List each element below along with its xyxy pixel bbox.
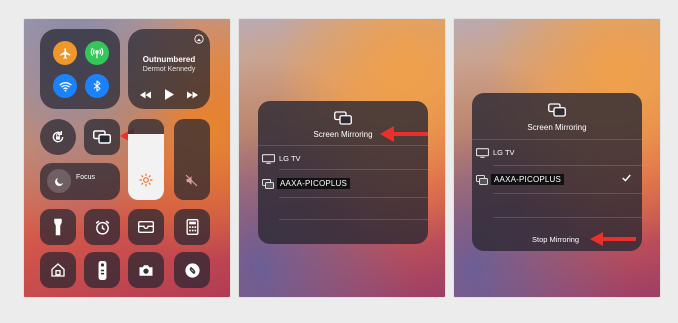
wifi-button[interactable] bbox=[53, 74, 77, 98]
device-row-aaxa-picoplus[interactable]: AAXA-PICOPLUS bbox=[472, 169, 642, 189]
camera-button[interactable] bbox=[128, 252, 164, 288]
checkmark-icon bbox=[622, 174, 631, 182]
song-title: Outnumbered bbox=[142, 55, 196, 64]
remote-icon bbox=[98, 260, 107, 280]
screen-mirroring-list-screenshot: Screen Mirroring LG TV AAXA-PICOPLUS bbox=[239, 19, 445, 297]
home-button[interactable] bbox=[40, 252, 76, 288]
tv-icon bbox=[476, 148, 489, 158]
sheet-title: Screen Mirroring bbox=[527, 123, 587, 132]
focus-moon-badge bbox=[47, 169, 71, 193]
muted-speaker-icon bbox=[185, 174, 198, 187]
screen-mirroring-connected-screenshot: Screen Mirroring LG TV AAXA-PICOPLUS Sto… bbox=[454, 19, 660, 297]
home-icon bbox=[50, 262, 66, 278]
divider bbox=[279, 169, 428, 170]
rotation-lock-button[interactable] bbox=[40, 119, 76, 155]
connectivity-module bbox=[40, 29, 120, 109]
screen-mirroring-sheet: Screen Mirroring LG TV AAXA-PICOPLUS bbox=[258, 101, 428, 244]
play-icon[interactable] bbox=[165, 89, 174, 100]
bluetooth-button[interactable] bbox=[85, 74, 109, 98]
rewind-icon[interactable] bbox=[140, 91, 151, 99]
device-row-lg-tv[interactable]: LG TV bbox=[258, 149, 428, 169]
song-artist: Dermot Kennedy bbox=[142, 66, 196, 73]
now-playing-module[interactable]: Outnumbered Dermot Kennedy bbox=[128, 29, 210, 109]
apple-tv-remote-button[interactable] bbox=[84, 252, 120, 288]
flashlight-icon bbox=[53, 218, 63, 236]
cellular-data-button[interactable] bbox=[85, 41, 109, 65]
brightness-fill bbox=[128, 134, 164, 200]
red-pointer-arrow bbox=[590, 232, 636, 246]
moon-icon bbox=[54, 176, 65, 187]
calculator-icon bbox=[186, 219, 199, 235]
alarm-button[interactable] bbox=[84, 209, 120, 245]
device-name: AAXA-PICOPLUS bbox=[277, 178, 351, 189]
device-name: AAXA-PICOPLUS bbox=[491, 174, 565, 185]
flashlight-button[interactable] bbox=[40, 209, 76, 245]
airplane-icon bbox=[59, 47, 72, 60]
tv-icon bbox=[262, 154, 275, 164]
sun-icon bbox=[139, 173, 153, 187]
device-name: LG TV bbox=[493, 148, 515, 157]
fast-forward-icon[interactable] bbox=[187, 91, 198, 99]
calculator-button[interactable] bbox=[174, 209, 210, 245]
focus-button[interactable]: Focus bbox=[40, 163, 120, 200]
device-row-lg-tv[interactable]: LG TV bbox=[472, 143, 642, 163]
screen-mirroring-icon bbox=[93, 130, 111, 144]
divider bbox=[472, 139, 642, 140]
device-name: LG TV bbox=[279, 154, 301, 163]
screen-mirroring-icon bbox=[334, 111, 352, 125]
screen-mirroring-button[interactable] bbox=[84, 119, 120, 155]
divider bbox=[493, 217, 642, 218]
wifi-icon bbox=[58, 80, 72, 93]
bluetooth-icon bbox=[91, 80, 103, 92]
shazam-button[interactable] bbox=[174, 252, 210, 288]
device-icon bbox=[262, 179, 274, 189]
screen-mirroring-icon bbox=[548, 103, 566, 117]
divider bbox=[279, 219, 428, 220]
wallet-button[interactable] bbox=[128, 209, 164, 245]
volume-slider[interactable] bbox=[174, 119, 210, 200]
airplay-audio-icon[interactable] bbox=[194, 34, 204, 44]
alarm-clock-icon bbox=[94, 219, 111, 236]
divider bbox=[493, 165, 642, 166]
red-pointer-arrow bbox=[380, 126, 428, 142]
stop-mirroring-button[interactable]: Stop Mirroring bbox=[532, 235, 579, 244]
focus-label: Focus bbox=[76, 174, 96, 181]
shazam-icon bbox=[184, 262, 201, 279]
device-icon bbox=[476, 175, 488, 185]
camera-icon bbox=[138, 264, 154, 277]
divider bbox=[279, 197, 428, 198]
divider bbox=[258, 145, 428, 146]
airplane-mode-button[interactable] bbox=[53, 41, 77, 65]
rotation-lock-icon bbox=[50, 129, 66, 145]
wallet-icon bbox=[138, 220, 154, 234]
control-center-screenshot: Outnumbered Dermot Kennedy Focus bbox=[24, 19, 230, 297]
cellular-antenna-icon bbox=[90, 46, 104, 60]
screen-mirroring-sheet: Screen Mirroring LG TV AAXA-PICOPLUS Sto… bbox=[472, 93, 642, 251]
brightness-slider[interactable] bbox=[128, 119, 164, 200]
divider bbox=[493, 193, 642, 194]
device-row-aaxa-picoplus[interactable]: AAXA-PICOPLUS bbox=[258, 173, 428, 193]
